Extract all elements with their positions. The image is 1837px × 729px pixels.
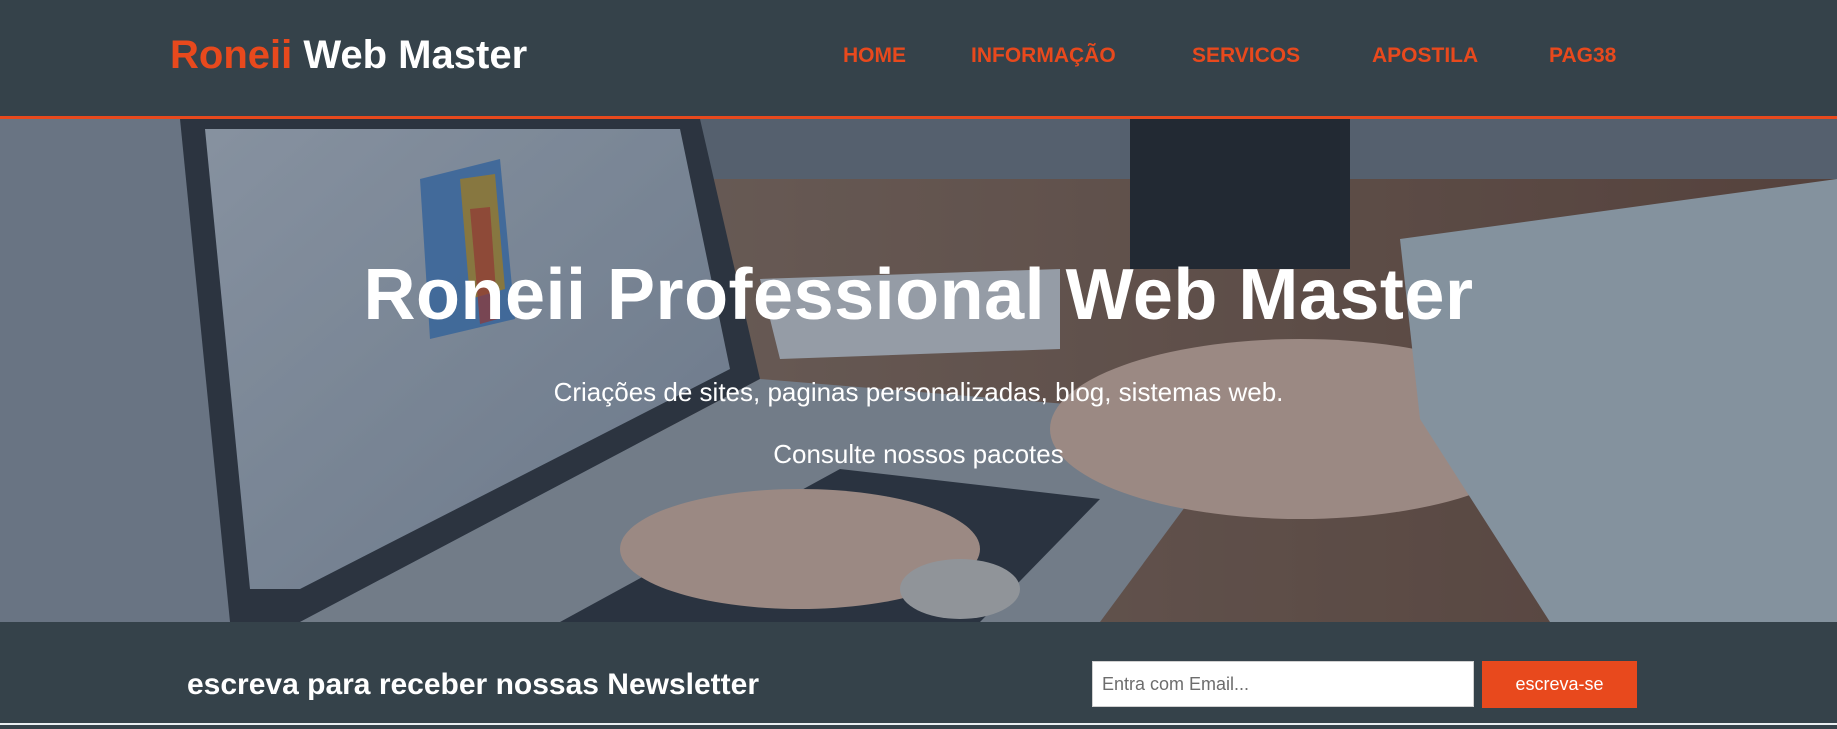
nav-pag38-link[interactable]: PAG38 — [1549, 44, 1616, 68]
hero-title: Roneii Professional Web Master — [363, 255, 1474, 335]
nav-servicos-link[interactable]: SERVICOS — [1192, 44, 1300, 68]
section-divider — [0, 723, 1837, 725]
nav-informacao-link[interactable]: INFORMAÇÃO — [971, 44, 1116, 68]
site-header: Roneii Web Master HOME INFORMAÇÃO SERVIC… — [0, 0, 1837, 119]
email-input[interactable] — [1092, 661, 1474, 707]
nav-home-link[interactable]: HOME — [843, 44, 906, 68]
subscribe-button[interactable]: escreva-se — [1482, 661, 1637, 708]
hero-overlay — [0, 119, 1837, 622]
newsletter-heading: escreva para receber nossas Newsletter — [187, 668, 760, 701]
main-nav: HOME INFORMAÇÃO SERVICOS APOSTILA PAG38 — [0, 44, 1837, 68]
newsletter-section: escreva para receber nossas Newsletter e… — [0, 622, 1837, 729]
hero-cta-text: Consulte nossos pacotes — [773, 439, 1064, 469]
hero-subtitle: Criações de sites, paginas personalizada… — [553, 377, 1284, 407]
nav-apostila-link[interactable]: APOSTILA — [1372, 44, 1478, 68]
hero-showcase: Roneii Professional Web Master Criações … — [0, 119, 1837, 622]
